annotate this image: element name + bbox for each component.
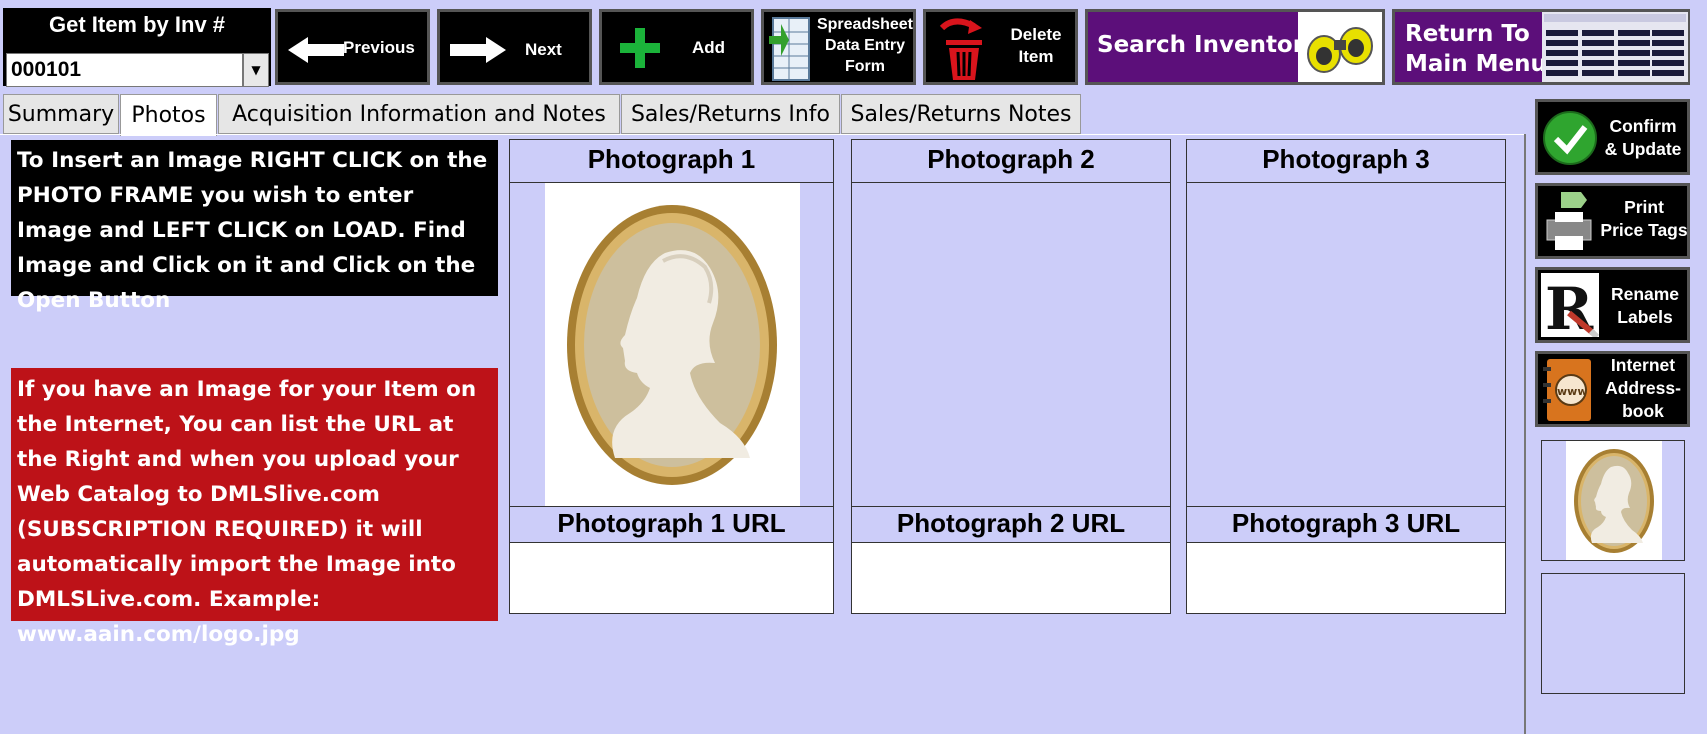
rename-labels-button[interactable]: R Rename Labels [1535, 267, 1690, 343]
return-label: Return To Main Menu [1405, 19, 1547, 79]
rename-label-line2: Labels [1617, 306, 1673, 327]
print-label: Print Price Tags [1598, 196, 1690, 242]
panel-divider [1524, 134, 1526, 734]
print-label-line2: Price Tags [1600, 219, 1688, 240]
spreadsheet-label-line3: Form [845, 57, 885, 75]
photo-2-url-input[interactable] [851, 542, 1171, 614]
thumbnail-2[interactable] [1541, 573, 1685, 694]
main-menu-preview-icon [1542, 12, 1688, 82]
arrow-left-icon [288, 37, 344, 63]
plus-icon [620, 28, 660, 68]
arrow-right-icon [450, 37, 506, 63]
checkmark-icon [1543, 111, 1597, 165]
chevron-down-icon: ▼ [251, 63, 261, 77]
internet-label-line2: Address- [1605, 378, 1681, 398]
inventory-number-input[interactable]: 000101 [6, 53, 243, 87]
confirm-label-line1: Confirm [1609, 116, 1677, 136]
confirm-label-line2: & Update [1604, 138, 1682, 159]
add-label: Add [692, 38, 726, 57]
binoculars-icon [1298, 12, 1382, 82]
return-label-line1: Return To [1405, 21, 1530, 47]
cameo-thumbnail-image [1566, 441, 1662, 560]
cameo-brooch-image [545, 183, 800, 506]
rename-label: Rename Labels [1600, 283, 1690, 329]
addressbook-icon: www [1543, 359, 1591, 421]
photo-2-frame[interactable] [851, 183, 1171, 507]
return-label-line2: Main Menu [1405, 51, 1547, 77]
internet-label: Internet Address- book [1596, 354, 1690, 423]
tab-photos[interactable]: Photos [120, 94, 217, 136]
rename-icon: R [1541, 273, 1600, 343]
photo-3-url-title: Photograph 3 URL [1186, 506, 1506, 543]
next-label: Next [525, 40, 562, 59]
tab-sales-returns-notes[interactable]: Sales/Returns Notes [841, 94, 1081, 134]
rename-label-line1: Rename [1610, 284, 1680, 304]
spreadsheet-label-line2: Data Entry [824, 36, 906, 54]
insert-image-instructions: To Insert an Image RIGHT CLICK on the PH… [11, 140, 498, 313]
inventory-lookup: Get Item by Inv # 000101 ▼ [3, 8, 271, 87]
previous-label: Previous [343, 38, 415, 57]
image-url-instructions: If you have an Image for your Item on th… [11, 368, 498, 647]
search-inventory-label: Search Inventory [1097, 32, 1320, 58]
confirm-label: Confirm & Update [1598, 115, 1688, 161]
delete-label-line2: Item [1018, 47, 1054, 67]
photo-2-url-title: Photograph 2 URL [851, 506, 1171, 543]
spreadsheet-entry-button[interactable]: Spreadsheet Data Entry Form [761, 9, 916, 85]
print-price-tags-button[interactable]: Print Price Tags [1535, 183, 1690, 259]
search-inventory-button[interactable]: Search Inventory [1085, 9, 1385, 85]
tab-acquisition[interactable]: Acquisition Information and Notes [218, 94, 620, 134]
photo-1-frame[interactable] [509, 183, 834, 507]
internet-label-line1: Internet [1610, 355, 1676, 375]
internet-label-line3: book [1622, 401, 1664, 421]
thumbnail-1[interactable] [1541, 440, 1685, 561]
photo-3-title: Photograph 3 [1186, 139, 1506, 183]
tab-sales-returns-info[interactable]: Sales/Returns Info [621, 94, 840, 134]
inventory-lookup-title: Get Item by Inv # [48, 12, 226, 37]
photo-3-frame[interactable] [1186, 183, 1506, 507]
delete-item-button[interactable]: Delete Item [923, 9, 1078, 85]
add-button[interactable]: Add [599, 9, 754, 85]
inventory-dropdown-button[interactable]: ▼ [243, 53, 269, 87]
photo-1-url-input[interactable] [509, 542, 834, 614]
delete-label-line1: Delete [1010, 25, 1062, 44]
return-main-menu-button[interactable]: Return To Main Menu [1392, 9, 1690, 85]
next-button[interactable]: Next [437, 9, 592, 85]
spreadsheet-icon [769, 17, 810, 81]
photo-3-url-input[interactable] [1186, 542, 1506, 614]
photo-2-title: Photograph 2 [851, 139, 1171, 183]
svg-text:www: www [1557, 385, 1588, 398]
delete-label: Delete Item [996, 24, 1076, 68]
previous-button[interactable]: Previous [275, 9, 430, 85]
tab-summary[interactable]: Summary [3, 94, 119, 134]
tab-panel-border [0, 134, 1525, 135]
spreadsheet-label: Spreadsheet Data Entry Form [814, 15, 916, 77]
print-label-line1: Print [1624, 197, 1664, 217]
photo-1-title: Photograph 1 [509, 139, 834, 183]
internet-addressbook-button[interactable]: www Internet Address- book [1535, 351, 1690, 427]
confirm-update-button[interactable]: Confirm & Update [1535, 99, 1690, 175]
photo-1-url-title: Photograph 1 URL [509, 506, 834, 543]
printer-icon [1546, 192, 1592, 250]
spreadsheet-label-line1: Spreadsheet [816, 16, 914, 33]
trash-icon [939, 18, 982, 80]
